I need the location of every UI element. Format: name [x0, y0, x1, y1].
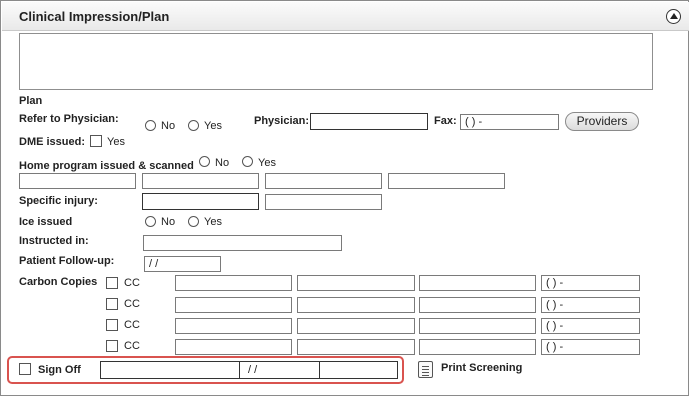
- refer-no-radio[interactable]: [145, 120, 156, 131]
- plan-heading: Plan: [19, 95, 43, 107]
- home-program-label: Home program issued & scanned: [19, 160, 194, 172]
- providers-button[interactable]: Providers: [565, 112, 639, 131]
- carbon-copies-label: Carbon Copies: [19, 276, 98, 288]
- ice-no-label: No: [161, 216, 176, 228]
- signoff-label: Sign Off: [38, 364, 81, 376]
- cc-name-input[interactable]: [175, 318, 292, 334]
- home-program-field-3[interactable]: [265, 173, 382, 189]
- cc-phone-input[interactable]: ( ) -: [541, 318, 640, 334]
- print-screening-link[interactable]: Print Screening: [441, 362, 522, 374]
- home-no-radio[interactable]: [199, 156, 210, 167]
- panel-title: Clinical Impression/Plan: [19, 9, 170, 24]
- fax-label: Fax:: [434, 115, 457, 127]
- refer-physician-label: Refer to Physician:: [19, 113, 119, 125]
- patient-followup-date[interactable]: / /: [144, 256, 221, 272]
- cc-label: CC: [124, 298, 140, 310]
- cc-label: CC: [124, 277, 140, 289]
- physician-label: Physician:: [254, 115, 310, 127]
- specific-injury-label: Specific injury:: [19, 195, 98, 207]
- collapse-icon[interactable]: [666, 9, 681, 24]
- refer-no-label: No: [161, 120, 176, 132]
- specific-injury-input-1[interactable]: [142, 193, 259, 210]
- dme-yes-checkbox[interactable]: [90, 135, 102, 147]
- cc-phone-input[interactable]: ( ) -: [541, 297, 640, 313]
- cc-checkbox[interactable]: [106, 319, 118, 331]
- specific-injury-input-2[interactable]: [265, 194, 382, 210]
- home-yes-label: Yes: [258, 157, 276, 169]
- cc-name-input[interactable]: [175, 339, 292, 355]
- refer-yes-radio[interactable]: [188, 120, 199, 131]
- cc-phone-input[interactable]: ( ) -: [541, 275, 640, 291]
- cc-checkbox[interactable]: [106, 298, 118, 310]
- cc-checkbox[interactable]: [106, 277, 118, 289]
- home-no-label: No: [215, 157, 230, 169]
- document-icon[interactable]: [418, 361, 433, 378]
- clinical-impression-textarea[interactable]: [19, 33, 653, 90]
- cc-checkbox[interactable]: [106, 340, 118, 352]
- cc-address-input[interactable]: [297, 339, 415, 355]
- home-program-field-2[interactable]: [142, 173, 259, 189]
- refer-yes-label: Yes: [204, 120, 222, 132]
- panel-header: Clinical Impression/Plan: [2, 2, 689, 31]
- home-program-field-4[interactable]: [388, 173, 505, 189]
- fax-input[interactable]: ( ) -: [460, 114, 559, 130]
- cc-name-input[interactable]: [175, 275, 292, 291]
- cc-city-input[interactable]: [419, 275, 536, 291]
- ice-yes-radio[interactable]: [188, 216, 199, 227]
- cc-address-input[interactable]: [297, 275, 415, 291]
- ice-yes-label: Yes: [204, 216, 222, 228]
- patient-followup-label: Patient Follow-up:: [19, 255, 115, 267]
- cc-label: CC: [124, 340, 140, 352]
- cc-address-input[interactable]: [297, 297, 415, 313]
- instructed-in-input[interactable]: [143, 235, 342, 251]
- signoff-time-input[interactable]: [319, 361, 398, 379]
- dme-yes-label: Yes: [107, 136, 125, 148]
- signoff-date-input[interactable]: / /: [239, 361, 320, 379]
- cc-city-input[interactable]: [419, 339, 536, 355]
- cc-city-input[interactable]: [419, 318, 536, 334]
- physician-input[interactable]: [310, 113, 428, 130]
- home-yes-radio[interactable]: [242, 156, 253, 167]
- cc-address-input[interactable]: [297, 318, 415, 334]
- signoff-checkbox[interactable]: [19, 363, 31, 375]
- home-program-field-1[interactable]: [19, 173, 136, 189]
- ice-issued-label: Ice issued: [19, 216, 73, 228]
- signoff-signature-input[interactable]: [100, 361, 240, 379]
- dme-label: DME issued:: [19, 136, 86, 148]
- ice-no-radio[interactable]: [145, 216, 156, 227]
- instructed-in-label: Instructed in:: [19, 235, 89, 247]
- cc-name-input[interactable]: [175, 297, 292, 313]
- cc-label: CC: [124, 319, 140, 331]
- cc-city-input[interactable]: [419, 297, 536, 313]
- cc-phone-input[interactable]: ( ) -: [541, 339, 640, 355]
